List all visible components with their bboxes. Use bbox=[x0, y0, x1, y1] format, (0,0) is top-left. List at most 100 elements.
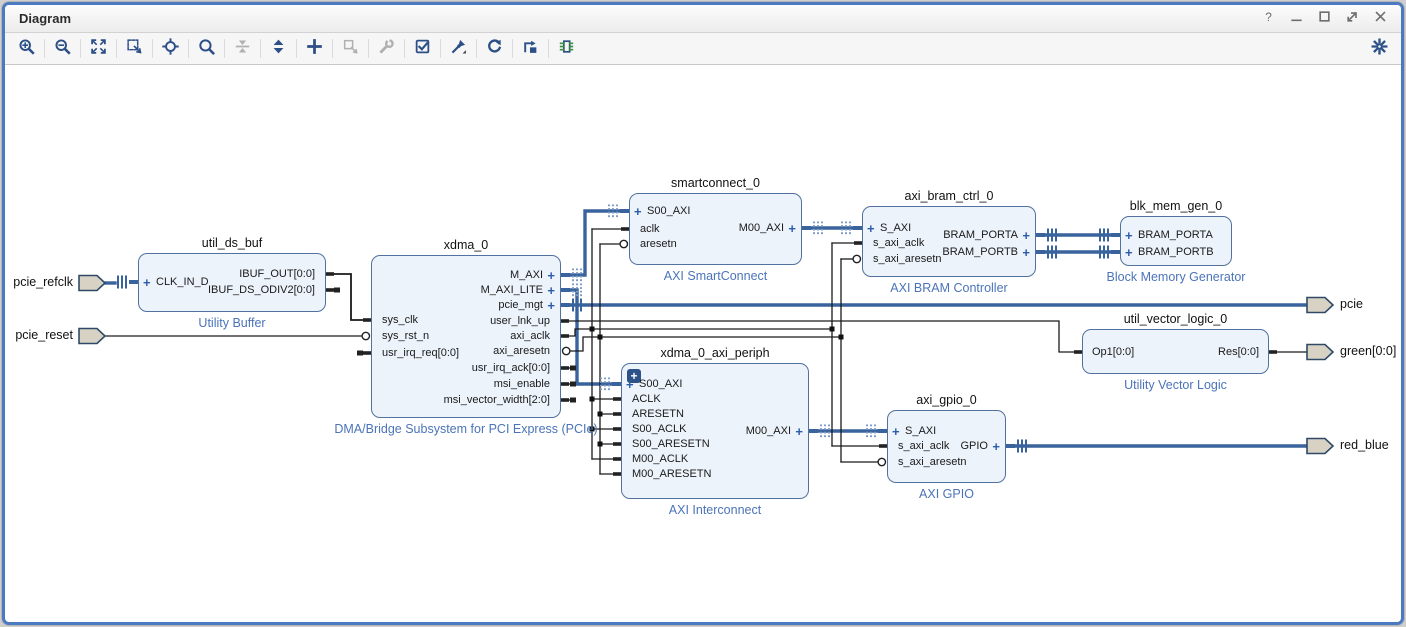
pin-icon bbox=[450, 38, 467, 60]
port-label-usr_irq_ack[0:0][interactable]: usr_irq_ack[0:0] bbox=[472, 362, 550, 375]
plus-icon: + bbox=[1125, 246, 1133, 259]
port-label-axi_aclk[interactable]: axi_aclk bbox=[510, 330, 550, 343]
external-port-connector-icon[interactable] bbox=[79, 329, 105, 344]
toolbar-button-expand[interactable] bbox=[265, 37, 292, 61]
port-tick bbox=[613, 397, 621, 401]
toolbar-button-pin[interactable] bbox=[445, 37, 472, 61]
port-label-S_AXI[interactable]: S_AXI bbox=[880, 222, 911, 235]
external-port-pcie_refclk[interactable]: pcie_refclk bbox=[13, 275, 73, 290]
port-tick bbox=[326, 272, 334, 276]
port-label-IBUF_DS_ODIV2[0:0][interactable]: IBUF_DS_ODIV2[0:0] bbox=[208, 284, 315, 297]
interface-ports-icon bbox=[558, 38, 575, 60]
port-label-user_lnk_up[interactable]: user_lnk_up bbox=[490, 315, 550, 328]
maximize-button[interactable] bbox=[1318, 12, 1331, 25]
port-label-M00_AXI[interactable]: M00_AXI bbox=[739, 222, 784, 235]
toolbar-separator bbox=[512, 39, 513, 58]
port-label-sys_clk[interactable]: sys_clk bbox=[382, 314, 418, 327]
port-label-msi_enable[interactable]: msi_enable bbox=[494, 378, 550, 391]
port-label-Res[0:0][interactable]: Res[0:0] bbox=[1218, 346, 1259, 359]
block-util_ds_buf[interactable]: util_ds_bufUtility BufferCLK_IN_D+IBUF_O… bbox=[138, 253, 326, 312]
port-label-BRAM_PORTB[interactable]: BRAM_PORTB bbox=[1138, 246, 1214, 259]
port-label-CLK_IN_D[interactable]: CLK_IN_D bbox=[156, 276, 209, 289]
toolbar-button-zoom-in[interactable] bbox=[13, 37, 40, 61]
block-title: xdma_0 bbox=[302, 238, 630, 252]
plus-icon: + bbox=[795, 425, 803, 438]
block-title: blk_mem_gen_0 bbox=[1051, 199, 1301, 213]
external-port-pcie[interactable]: pcie bbox=[1340, 297, 1363, 312]
port-label-aresetn[interactable]: aresetn bbox=[640, 238, 677, 251]
float-button[interactable] bbox=[1346, 12, 1359, 25]
interface-pin-stub bbox=[809, 429, 818, 433]
port-label-msi_vector_width[2:0][interactable]: msi_vector_width[2:0] bbox=[444, 394, 550, 407]
block-blk_mem_gen_0[interactable]: blk_mem_gen_0Block Memory GeneratorBRAM_… bbox=[1120, 216, 1232, 266]
port-label-s_axi_aclk[interactable]: s_axi_aclk bbox=[898, 440, 949, 453]
search-icon bbox=[198, 38, 215, 60]
block-xdma_0[interactable]: xdma_0DMA/Bridge Subsystem for PCI Expre… bbox=[371, 255, 561, 418]
external-port-connector-icon[interactable] bbox=[1307, 345, 1333, 360]
plus-icon: + bbox=[992, 440, 1000, 453]
port-label-S00_ACLK[interactable]: S00_ACLK bbox=[632, 423, 686, 436]
wire[interactable] bbox=[334, 274, 363, 320]
plus-icon: + bbox=[143, 276, 151, 289]
port-label-aclk[interactable]: aclk bbox=[640, 223, 660, 236]
port-label-s_axi_aresetn[interactable]: s_axi_aresetn bbox=[873, 253, 942, 266]
port-label-GPIO[interactable]: GPIO bbox=[960, 440, 988, 453]
port-tick bbox=[613, 442, 621, 446]
port-label-M00_ARESETN[interactable]: M00_ARESETN bbox=[632, 468, 711, 481]
port-label-M00_AXI[interactable]: M00_AXI bbox=[746, 425, 791, 438]
toolbar-button-collapse bbox=[229, 37, 256, 61]
block-axi_gpio_0[interactable]: axi_gpio_0AXI GPIOS_AXI+s_axi_aclks_axi_… bbox=[887, 410, 1006, 483]
port-label-pcie_mgt[interactable]: pcie_mgt bbox=[498, 299, 543, 312]
port-tick bbox=[326, 288, 334, 292]
port-tick bbox=[1074, 350, 1082, 354]
toolbar-button-regenerate-layout[interactable] bbox=[481, 37, 508, 61]
interface-pin-stub bbox=[1111, 250, 1120, 254]
block-axi_bram_ctrl_0[interactable]: axi_bram_ctrl_0AXI BRAM ControllerS_AXI+… bbox=[862, 206, 1036, 277]
diagram-canvas[interactable]: util_ds_bufUtility BufferCLK_IN_D+IBUF_O… bbox=[5, 65, 1401, 617]
toolbar-button-zoom-selection[interactable] bbox=[121, 37, 148, 61]
port-label-S00_AXI[interactable]: S00_AXI bbox=[639, 378, 682, 391]
external-port-connector-icon[interactable] bbox=[1307, 439, 1333, 454]
port-label-Op1[0:0][interactable]: Op1[0:0] bbox=[1092, 346, 1134, 359]
port-label-S00_ARESETN[interactable]: S00_ARESETN bbox=[632, 438, 710, 451]
port-label-BRAM_PORTB[interactable]: BRAM_PORTB bbox=[942, 246, 1018, 259]
port-label-s_axi_aresetn[interactable]: s_axi_aresetn bbox=[898, 456, 967, 469]
port-label-S00_AXI[interactable]: S00_AXI bbox=[647, 205, 690, 218]
toolbar-button-search[interactable] bbox=[193, 37, 220, 61]
interface-pin-stub bbox=[1111, 233, 1120, 237]
toolbar-button-add-ip[interactable] bbox=[301, 37, 328, 61]
toolbar-button-center-view[interactable] bbox=[157, 37, 184, 61]
toolbar-button-interface-ports[interactable] bbox=[553, 37, 580, 61]
help-button[interactable]: ? bbox=[1262, 12, 1275, 25]
toolbar-button-zoom-out[interactable] bbox=[49, 37, 76, 61]
port-label-usr_irq_req[0:0][interactable]: usr_irq_req[0:0] bbox=[382, 347, 459, 360]
external-port-green[0:0][interactable]: green[0:0] bbox=[1340, 344, 1396, 359]
external-port-red_blue[interactable]: red_blue bbox=[1340, 438, 1389, 453]
port-label-BRAM_PORTA[interactable]: BRAM_PORTA bbox=[1138, 229, 1213, 242]
settings-button[interactable] bbox=[1366, 37, 1393, 61]
toolbar-button-zoom-fit[interactable] bbox=[85, 37, 112, 61]
add-ip-icon bbox=[306, 38, 323, 60]
external-port-connector-icon[interactable] bbox=[1307, 298, 1333, 313]
port-label-ACLK[interactable]: ACLK bbox=[632, 393, 661, 406]
port-label-s_axi_aclk[interactable]: s_axi_aclk bbox=[873, 237, 924, 250]
block-title: smartconnect_0 bbox=[560, 176, 871, 190]
minimize-button[interactable] bbox=[1290, 12, 1303, 25]
port-label-M00_ACLK[interactable]: M00_ACLK bbox=[632, 453, 688, 466]
toolbar-button-reroute[interactable] bbox=[517, 37, 544, 61]
toolbar-separator bbox=[260, 39, 261, 58]
port-label-S_AXI[interactable]: S_AXI bbox=[905, 425, 936, 438]
port-label-ARESETN[interactable]: ARESETN bbox=[632, 408, 684, 421]
port-label-IBUF_OUT[0:0][interactable]: IBUF_OUT[0:0] bbox=[239, 268, 315, 281]
external-port-pcie_reset[interactable]: pcie_reset bbox=[15, 328, 73, 343]
port-label-axi_aresetn[interactable]: axi_aresetn bbox=[493, 345, 550, 358]
block-smartconnect_0[interactable]: smartconnect_0AXI SmartConnectS00_AXI+ac… bbox=[629, 193, 802, 265]
block-xdma_0_axi_periph[interactable]: xdma_0_axi_periphAXI Interconnect+S00_AX… bbox=[621, 363, 809, 499]
close-button[interactable] bbox=[1374, 12, 1387, 25]
external-port-connector-icon[interactable] bbox=[79, 276, 105, 291]
port-label-BRAM_PORTA[interactable]: BRAM_PORTA bbox=[943, 229, 1018, 242]
block-util_vector_logic_0[interactable]: util_vector_logic_0Utility Vector LogicO… bbox=[1082, 329, 1269, 374]
port-label-sys_rst_n[interactable]: sys_rst_n bbox=[382, 330, 429, 343]
toolbar-button-validate-design[interactable] bbox=[409, 37, 436, 61]
port-label-M_AXI_LITE[interactable]: M_AXI_LITE bbox=[481, 284, 543, 297]
